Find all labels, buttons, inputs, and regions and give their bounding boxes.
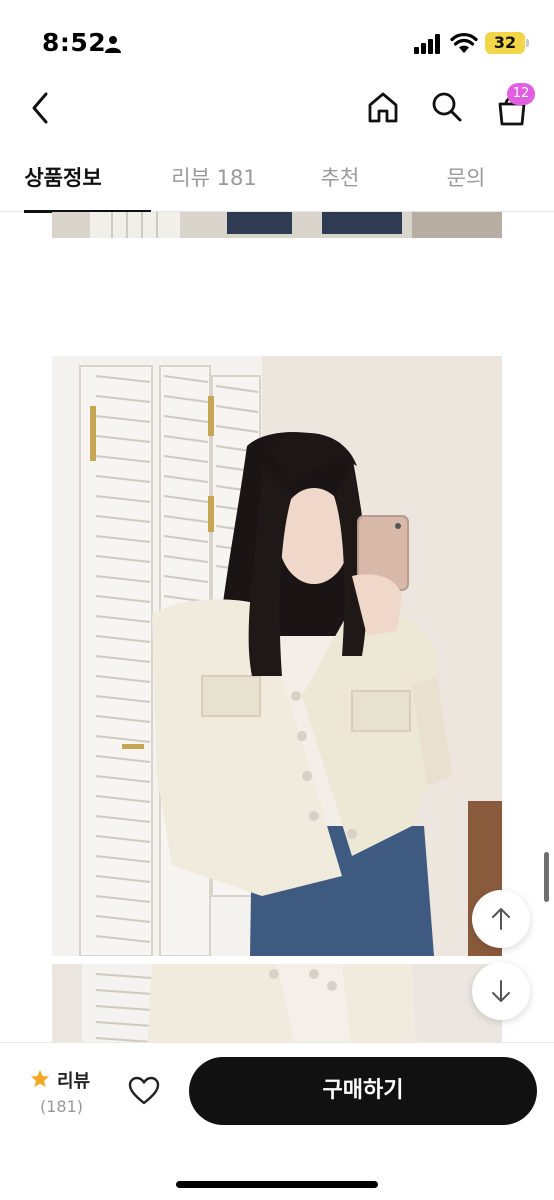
home-icon[interactable] [366, 90, 400, 124]
tab-reviews[interactable]: 리뷰 181 [151, 150, 277, 212]
heart-icon[interactable] [128, 1076, 160, 1106]
person-icon [105, 36, 121, 53]
buy-button[interactable]: 구매하기 [189, 1057, 537, 1125]
scroll-indicator[interactable] [544, 852, 549, 902]
tab-bar: 상품정보 리뷰 181 추천 문의 [0, 150, 554, 213]
scroll-up-button[interactable] [472, 890, 530, 948]
review-count[interactable]: (181) [40, 1097, 83, 1116]
battery-level: 32 [493, 33, 517, 52]
battery-nub [526, 39, 529, 47]
product-photo-main [52, 356, 502, 956]
battery-indicator: 32 [485, 32, 525, 54]
signal-icon [414, 34, 440, 54]
wifi-icon [450, 32, 478, 53]
cart-badge: 12 [507, 83, 535, 105]
search-icon[interactable] [430, 90, 464, 124]
product-photo-partial-top [52, 212, 502, 238]
status-bar: 8:52 32 [0, 0, 554, 80]
home-indicator [176, 1181, 378, 1188]
tab-inquiries[interactable]: 문의 [403, 150, 529, 212]
review-label[interactable]: 리뷰 [57, 1067, 90, 1093]
back-icon[interactable] [26, 90, 56, 126]
tab-product-info[interactable]: 상품정보 [0, 150, 151, 213]
star-icon [31, 1070, 49, 1087]
status-time: 8:52 [42, 28, 107, 57]
tab-recommendations[interactable]: 추천 [277, 150, 403, 212]
nav-bar [0, 80, 554, 140]
product-detail-content[interactable] [0, 212, 554, 1042]
arrow-up-icon [492, 908, 510, 930]
arrow-down-icon [492, 980, 510, 1002]
bottom-action-bar: 리뷰 (181) 구매하기 [0, 1042, 554, 1200]
product-photo-partial-bottom [52, 964, 502, 1042]
scroll-down-button[interactable] [472, 962, 530, 1020]
